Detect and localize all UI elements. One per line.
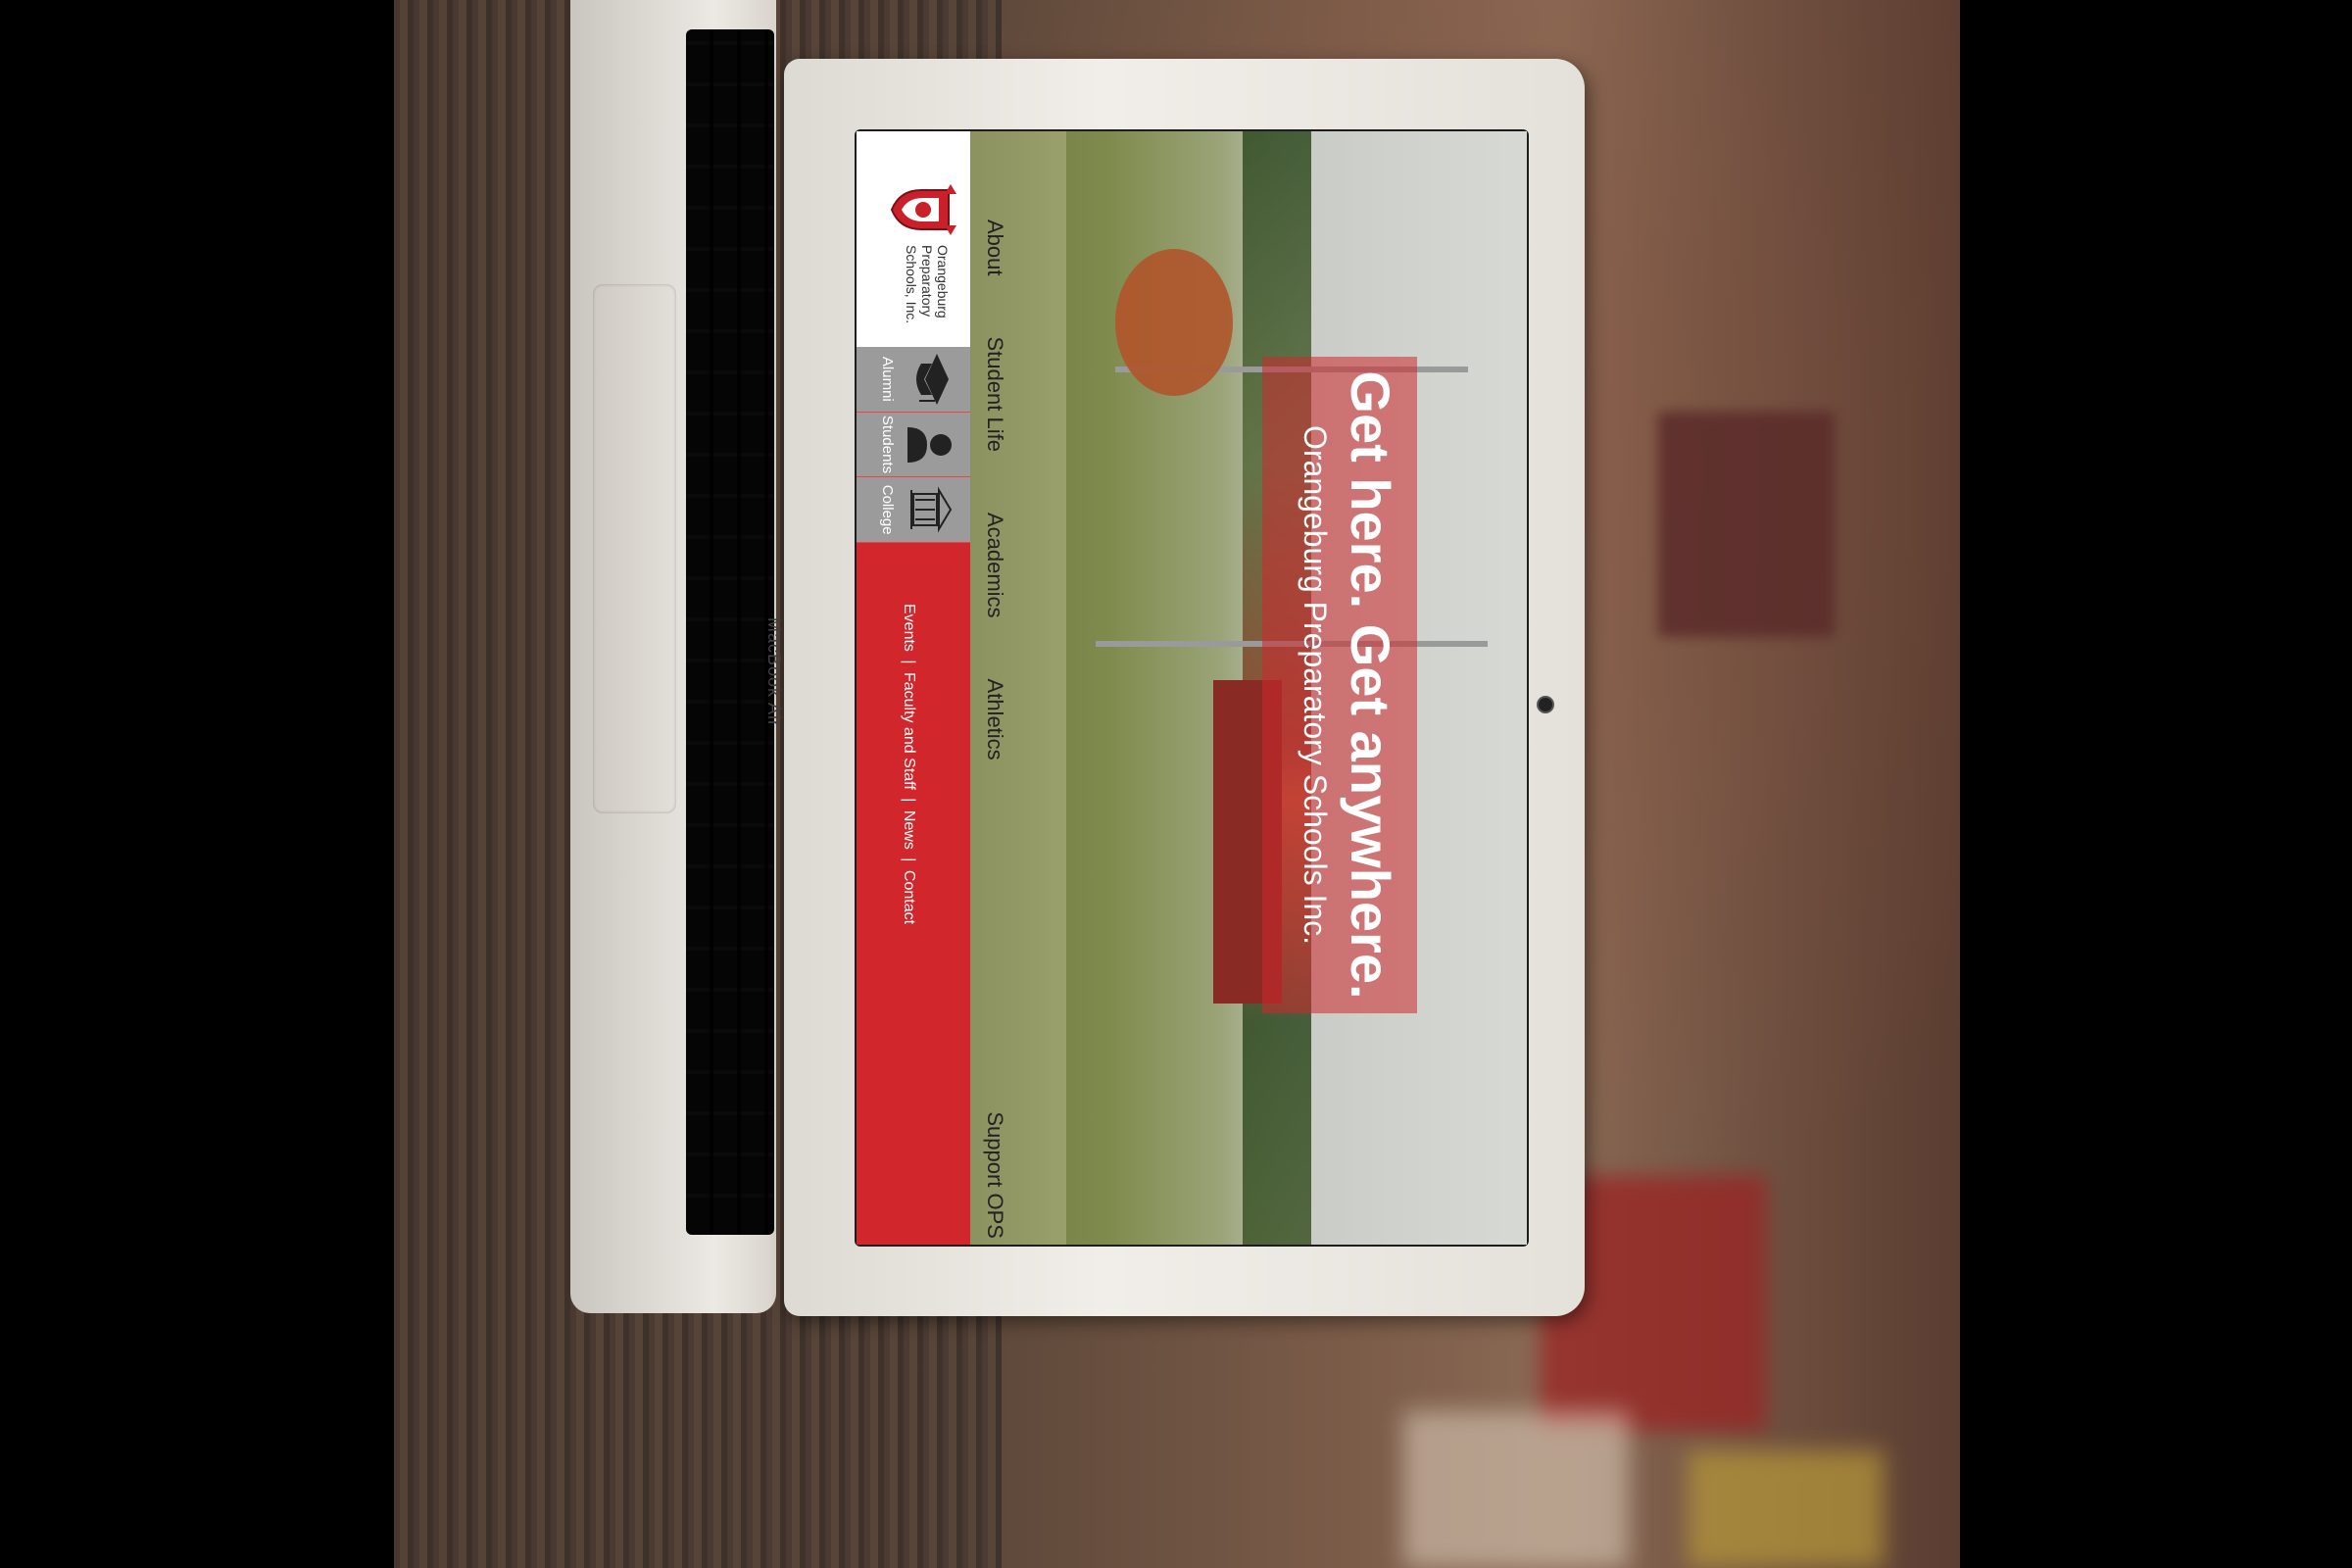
nav-student-life[interactable]: Student Life — [982, 337, 1007, 452]
quick-link-students-label: Students — [879, 415, 896, 474]
quick-links: Alumni Students College — [857, 347, 970, 544]
main-nav: About Student Life Academics Athletics S… — [972, 220, 1017, 1239]
utility-separator: | — [901, 660, 917, 664]
autumn-tree — [1115, 249, 1233, 396]
website: Get here. Get anywhere. Orangeburg Prepa… — [857, 131, 1527, 1245]
utility-faculty-staff[interactable]: Faculty and Staff — [901, 672, 917, 790]
support-ops-link[interactable]: Support OPS — [982, 1111, 1007, 1239]
laptop-trackpad — [593, 284, 676, 813]
utility-separator: | — [901, 798, 917, 803]
logo-line-3: Schools, Inc. — [904, 245, 919, 324]
utility-events[interactable]: Events — [901, 604, 917, 652]
graduation-cap-icon — [916, 353, 949, 405]
quick-link-students[interactable]: Students — [857, 412, 970, 478]
nav-about[interactable]: About — [982, 220, 1007, 276]
quick-link-alumni-label: Alumni — [879, 356, 896, 402]
camera-icon — [1537, 696, 1554, 713]
nav-academics[interactable]: Academics — [982, 513, 1007, 618]
site-logo[interactable]: Orangeburg Preparatory Schools, Inc. — [858, 151, 968, 347]
laptop-brand-label: MacBook Air — [764, 617, 784, 728]
quick-link-college[interactable]: College — [857, 477, 970, 544]
blurred-picture-frame — [1658, 412, 1835, 637]
nav-athletics[interactable]: Athletics — [982, 679, 1007, 760]
logo-line-1: Orangeburg — [935, 245, 951, 318]
laptop-screen: Get here. Get anywhere. Orangeburg Prepa… — [857, 131, 1527, 1245]
quick-link-college-label: College — [879, 484, 896, 535]
utility-links: Events | Faculty and Staff | News | Cont… — [900, 602, 917, 926]
hero-subtitle: Orangeburg Preparatory Schools Inc. — [1298, 424, 1333, 946]
logo-line-2: Preparatory — [919, 245, 935, 318]
hero-title: Get here. Get anywhere. — [1340, 370, 1401, 1000]
utility-separator: | — [901, 858, 917, 862]
utility-news[interactable]: News — [901, 810, 917, 850]
student-icon — [907, 426, 952, 463]
school-crest-icon — [890, 184, 956, 235]
laptop-keyboard — [686, 29, 774, 1235]
college-building-icon — [910, 486, 953, 533]
utility-contact[interactable]: Contact — [901, 870, 917, 924]
logo-text: Orangeburg Preparatory Schools, Inc. — [904, 245, 951, 353]
hero-image: Get here. Get anywhere. Orangeburg Prepa… — [970, 131, 1527, 1245]
blurred-white-object — [1403, 1411, 1629, 1568]
hero-banner: Get here. Get anywhere. Orangeburg Prepa… — [1262, 357, 1417, 1013]
quick-link-alumni[interactable]: Alumni — [857, 347, 970, 413]
blurred-yellow-object — [1688, 1450, 1884, 1568]
utility-bar: Events | Faculty and Staff | News | Cont… — [857, 543, 970, 1245]
